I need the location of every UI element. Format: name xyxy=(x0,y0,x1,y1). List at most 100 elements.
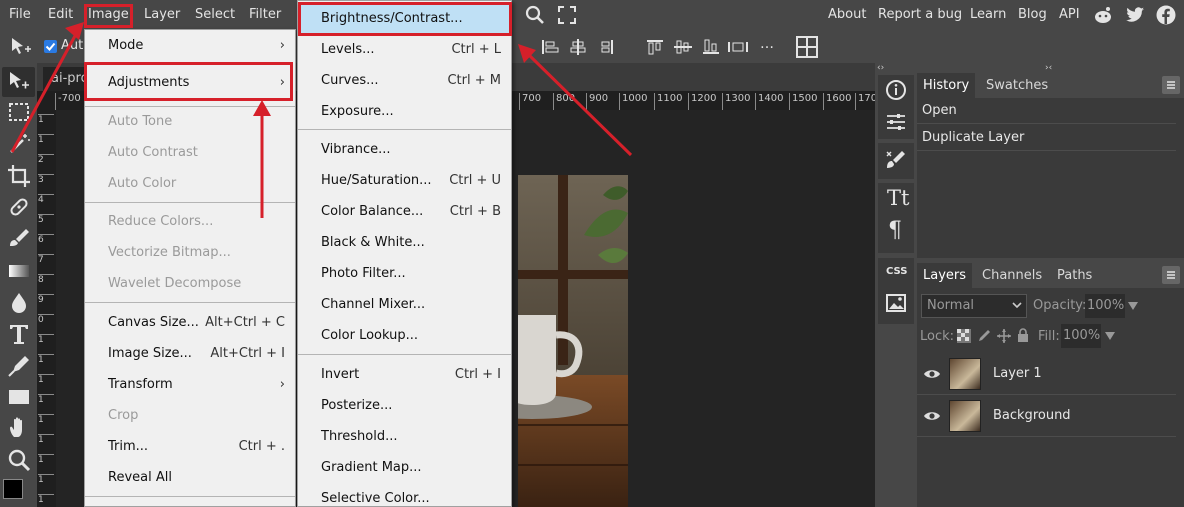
menu-item-levels[interactable]: Levels... Ctrl + L xyxy=(298,34,511,65)
text-tool-icon[interactable] xyxy=(6,321,32,347)
menu-item-selective-color[interactable]: Selective Color... xyxy=(298,483,511,507)
pen-tool-icon[interactable] xyxy=(6,353,32,379)
adjustments-sliders-icon[interactable] xyxy=(885,111,907,133)
character-panel-icon[interactable]: Tt xyxy=(887,186,909,210)
align-left-icon[interactable] xyxy=(540,38,560,56)
layer-row-background[interactable]: Background xyxy=(917,396,1176,437)
link-learn[interactable]: Learn xyxy=(970,0,1006,30)
menu-item-label: Curves... xyxy=(321,73,379,88)
link-blog[interactable]: Blog xyxy=(1018,0,1047,30)
menu-item-canvas-size[interactable]: Canvas Size... Alt+Ctrl + C xyxy=(85,307,295,338)
link-report-bug[interactable]: Report a bug xyxy=(878,0,962,30)
link-api[interactable]: API xyxy=(1059,0,1080,30)
menu-separator xyxy=(85,496,295,497)
zoom-tool-icon[interactable] xyxy=(6,447,32,473)
blur-tool-icon[interactable] xyxy=(6,290,32,316)
menu-item-adjustments[interactable]: Adjustments › xyxy=(85,67,295,98)
twitter-icon[interactable] xyxy=(1125,5,1145,25)
tab-swatches[interactable]: Swatches xyxy=(980,73,1054,98)
tab-history[interactable]: History xyxy=(917,73,976,98)
menu-select[interactable]: Select xyxy=(195,0,235,30)
menu-item-hue-saturation[interactable]: Hue/Saturation... Ctrl + U xyxy=(298,165,511,196)
collapse-left-icon[interactable]: ‹› xyxy=(877,63,884,73)
marquee-tool-icon[interactable] xyxy=(6,99,32,125)
menu-layer[interactable]: Layer xyxy=(144,0,180,30)
move-tool-icon[interactable] xyxy=(6,69,32,95)
menu-filter[interactable]: Filter xyxy=(249,0,281,30)
menu-item-trim[interactable]: Trim... Ctrl + . xyxy=(85,431,295,462)
paragraph-panel-icon[interactable]: ¶ xyxy=(888,218,902,243)
blend-mode-select[interactable]: Normal xyxy=(921,294,1027,318)
history-item[interactable]: Duplicate Layer xyxy=(917,125,1176,151)
menu-item-color-lookup[interactable]: Color Lookup... xyxy=(298,320,511,351)
tab-layers[interactable]: Layers xyxy=(917,263,973,288)
tab-channels[interactable]: Channels xyxy=(976,263,1048,288)
image-panel-icon[interactable] xyxy=(886,294,906,312)
align-right-icon[interactable] xyxy=(600,38,614,56)
opacity-input[interactable]: 100% xyxy=(1085,294,1125,318)
menu-item-threshold[interactable]: Threshold... xyxy=(298,421,511,452)
layers-panel-menu-icon[interactable] xyxy=(1162,266,1180,284)
collapse-right-icon[interactable]: ›‹ xyxy=(1045,63,1052,73)
more-options-icon[interactable]: … xyxy=(760,36,774,52)
shape-tool-icon[interactable] xyxy=(6,384,32,410)
history-panel-menu-icon[interactable] xyxy=(1162,76,1180,94)
move-tool-icon[interactable] xyxy=(10,37,32,57)
healing-tool-icon[interactable] xyxy=(6,194,32,220)
css-panel-icon[interactable]: CSS xyxy=(886,266,907,277)
menu-file[interactable]: File xyxy=(9,0,31,30)
menu-item-black-white[interactable]: Black & White... xyxy=(298,227,511,258)
reddit-icon[interactable] xyxy=(1093,5,1113,25)
menu-item-gradient-map[interactable]: Gradient Map... xyxy=(298,452,511,483)
menu-item-image-size[interactable]: Image Size... Alt+Ctrl + I xyxy=(85,338,295,369)
layer-row-layer-1[interactable]: Layer 1 xyxy=(917,354,1176,395)
eye-icon[interactable] xyxy=(923,410,941,422)
brush-settings-icon[interactable] xyxy=(885,149,907,171)
menu-item-photo-filter[interactable]: Photo Filter... xyxy=(298,258,511,289)
magic-wand-icon[interactable] xyxy=(6,131,32,157)
auto-select-checkbox[interactable] xyxy=(44,40,57,53)
lock-transparency-icon[interactable] xyxy=(957,329,971,343)
fullscreen-icon[interactable] xyxy=(557,5,577,25)
opacity-label: Opacity: xyxy=(1033,298,1087,313)
foreground-color-swatch[interactable] xyxy=(3,479,23,499)
facebook-icon[interactable] xyxy=(1156,5,1176,25)
menu-item-channel-mixer[interactable]: Channel Mixer... xyxy=(298,289,511,320)
grid-icon[interactable] xyxy=(796,36,818,58)
menu-item-reveal-all[interactable]: Reveal All xyxy=(85,462,295,493)
link-about[interactable]: About xyxy=(828,0,866,30)
ruler-v-label: 4 xyxy=(38,194,54,205)
menu-edit[interactable]: Edit xyxy=(48,0,73,30)
info-icon[interactable] xyxy=(885,79,907,101)
menu-item-mode[interactable]: Mode › xyxy=(85,30,295,61)
lock-position-icon[interactable] xyxy=(997,329,1011,343)
eye-icon[interactable] xyxy=(923,368,941,380)
search-icon[interactable] xyxy=(525,5,545,25)
brush-tool-icon[interactable] xyxy=(6,226,32,252)
menu-image[interactable]: Image xyxy=(88,0,129,30)
align-middle-icon[interactable] xyxy=(673,38,693,56)
ruler-v-label: 1 xyxy=(38,354,54,365)
menu-item-curves[interactable]: Curves... Ctrl + M xyxy=(298,65,511,96)
menu-item-transform[interactable]: Transform › xyxy=(85,369,295,400)
distribute-icon[interactable] xyxy=(727,38,749,56)
align-bottom-icon[interactable] xyxy=(701,38,721,56)
menu-item-color-balance[interactable]: Color Balance... Ctrl + B xyxy=(298,196,511,227)
align-top-icon[interactable] xyxy=(645,38,665,56)
menu-item-posterize[interactable]: Posterize... xyxy=(298,390,511,421)
menu-item-exposure[interactable]: Exposure... xyxy=(298,96,511,127)
crop-tool-icon[interactable] xyxy=(6,163,32,189)
menu-item-invert[interactable]: Invert Ctrl + I xyxy=(298,359,511,390)
menu-item-brightness-contrast[interactable]: Brightness/Contrast... xyxy=(298,3,511,34)
lock-all-icon[interactable] xyxy=(1017,328,1029,343)
gradient-tool-icon[interactable] xyxy=(6,258,32,284)
align-center-icon[interactable] xyxy=(568,38,588,56)
fill-dropdown-icon[interactable] xyxy=(1104,331,1116,341)
opacity-dropdown-icon[interactable] xyxy=(1127,301,1139,311)
fill-input[interactable]: 100% xyxy=(1061,324,1101,348)
history-item[interactable]: Open xyxy=(917,98,1176,124)
tab-paths[interactable]: Paths xyxy=(1051,263,1098,288)
menu-item-vibrance[interactable]: Vibrance... xyxy=(298,134,511,165)
hand-tool-icon[interactable] xyxy=(6,415,32,441)
lock-pixels-icon[interactable] xyxy=(977,329,991,343)
